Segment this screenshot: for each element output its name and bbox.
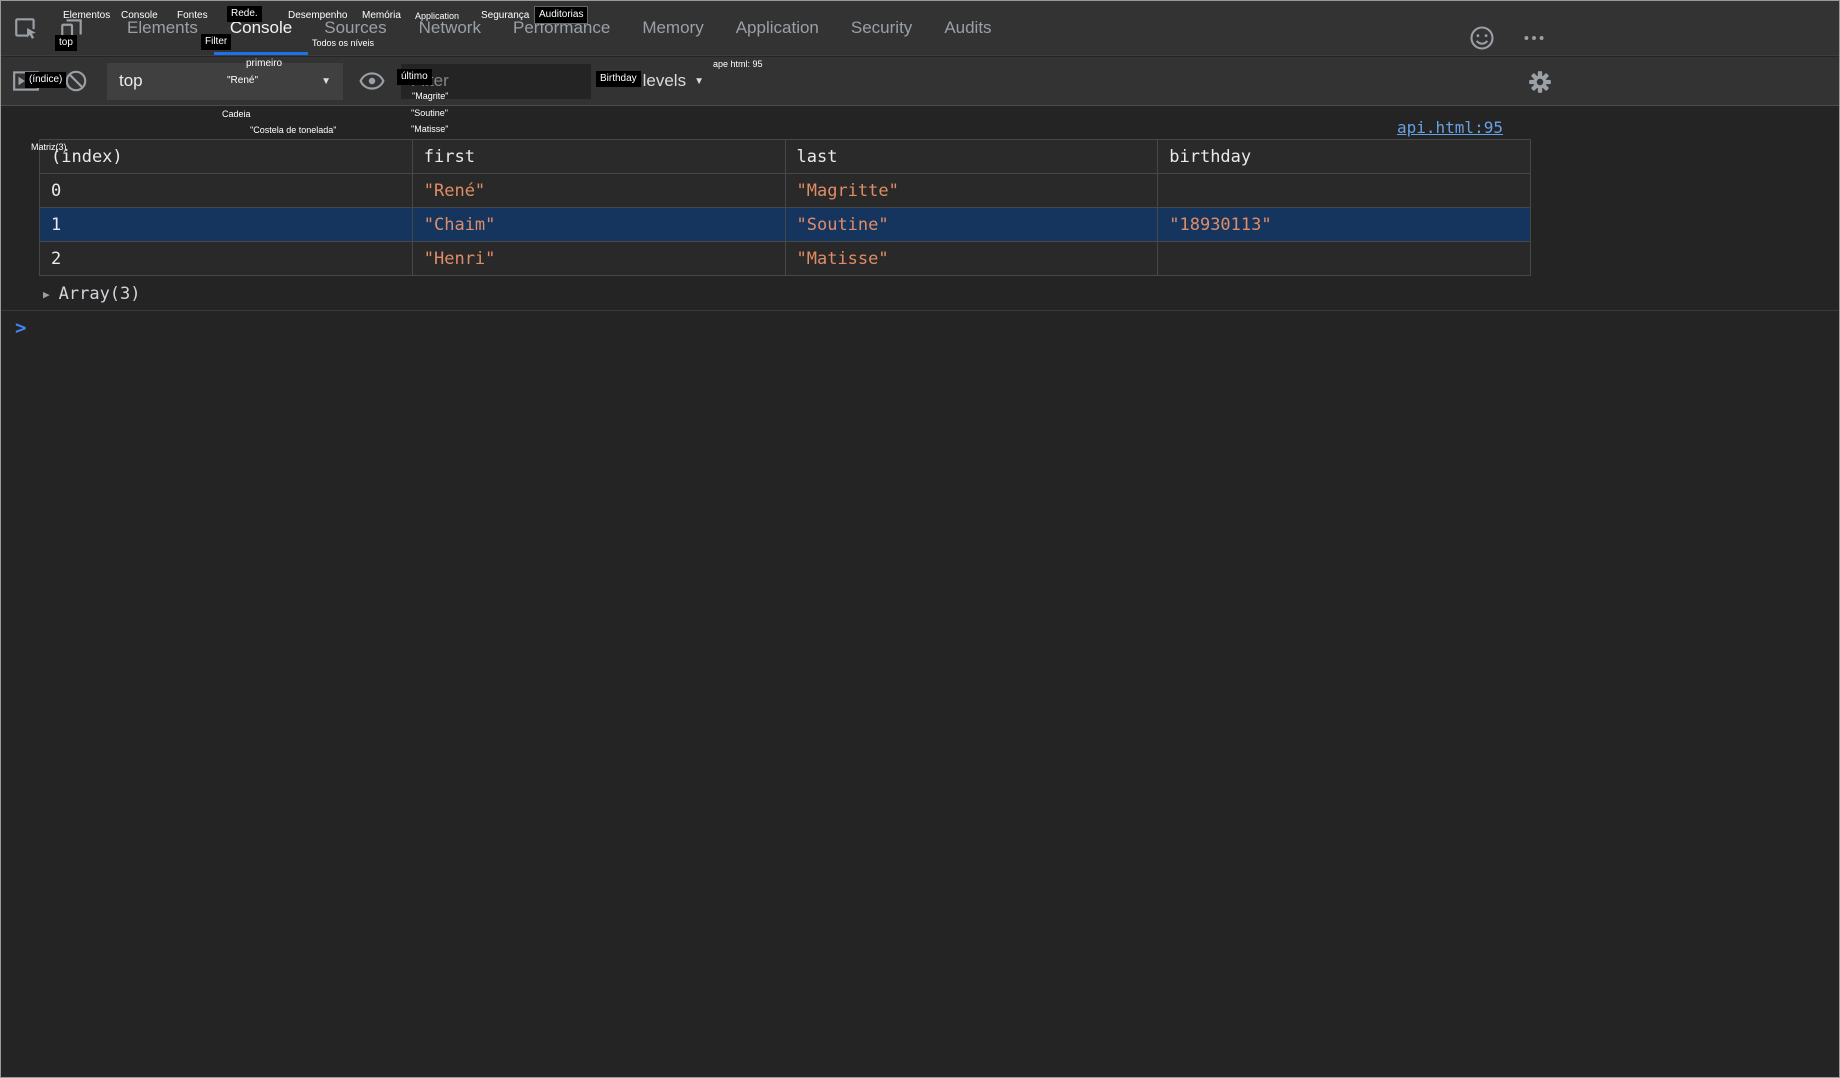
- translation-overlay-ultimo: último: [397, 69, 432, 85]
- tab-audits[interactable]: Audits: [928, 1, 1007, 55]
- translation-overlay-ape-html: ape html: 95: [713, 59, 763, 70]
- column-header-first[interactable]: first: [412, 140, 785, 174]
- translation-overlay-desempenho: Desempenho: [288, 10, 347, 22]
- cell-index: 2: [40, 242, 413, 276]
- array-summary-row[interactable]: ▶ Array(3): [43, 284, 141, 304]
- clear-console-icon: [63, 68, 89, 94]
- javascript-context-dropdown[interactable]: top ▼: [107, 63, 343, 100]
- table-row[interactable]: 0 "René" "Magritte": [40, 174, 1531, 208]
- translation-overlay-application: Application: [415, 11, 459, 22]
- eye-icon: [358, 68, 386, 94]
- translation-overlay-costela: "Costela de tonelada": [250, 125, 336, 136]
- chevron-down-icon: ▼: [694, 76, 704, 87]
- translation-overlay-seguranca: Segurança: [481, 10, 529, 22]
- translation-overlay-magrite: "Magrite": [412, 91, 448, 102]
- console-prompt[interactable]: >: [15, 317, 26, 339]
- translation-overlay-elementos: Elementos: [63, 10, 110, 22]
- prompt-chevron-icon: >: [15, 317, 26, 339]
- translation-overlay-filter: Filter: [201, 34, 231, 50]
- cell-last: "Matisse": [785, 242, 1158, 276]
- translation-overlay-indice: (índice): [25, 72, 66, 88]
- translation-overlay-fontes: Fontes: [177, 10, 208, 22]
- table-row-selected[interactable]: 1 "Chaim" "Soutine" "18930113": [40, 208, 1531, 242]
- javascript-context-value: top: [119, 71, 143, 91]
- cell-birthday: [1158, 174, 1531, 208]
- gear-icon: [1527, 69, 1553, 95]
- devtools-tabbar: Elements Console Sources Network Perform…: [1, 1, 1839, 56]
- translation-overlay-rede: Rede.: [227, 6, 262, 22]
- smiley-face-icon: [1468, 24, 1496, 52]
- cell-index: 0: [40, 174, 413, 208]
- devtools-window: Elements Console Sources Network Perform…: [0, 0, 1840, 1078]
- translation-overlay-console: Console: [121, 10, 158, 22]
- expand-arrow-icon[interactable]: ▶: [43, 288, 50, 301]
- cell-first: "René": [412, 174, 785, 208]
- source-location-link[interactable]: api.html:95: [1397, 118, 1503, 137]
- table-row[interactable]: 2 "Henri" "Matisse": [40, 242, 1531, 276]
- cell-index: 1: [40, 208, 413, 242]
- console-divider: [1, 310, 1839, 311]
- translation-overlay-todos-os-niveis: Todos os níveis: [312, 38, 374, 49]
- tab-memory[interactable]: Memory: [626, 1, 719, 55]
- translation-overlay-birthday: Birthday: [596, 71, 641, 87]
- translation-overlay-primeiro: primeiro: [246, 58, 282, 70]
- cell-birthday: "18930113": [1158, 208, 1531, 242]
- translation-overlay-matisse: "Matisse": [411, 124, 448, 135]
- column-header-last[interactable]: last: [785, 140, 1158, 174]
- cell-first: "Chaim": [412, 208, 785, 242]
- translation-overlay-matriz: Matriz(3): [31, 142, 67, 153]
- translation-overlay-memoria: Memória: [362, 10, 401, 22]
- cell-last: "Magritte": [785, 174, 1158, 208]
- column-header-index[interactable]: (index): [40, 140, 413, 174]
- console-messages-area[interactable]: api.html:95 (index) first last birthday …: [1, 106, 1839, 1077]
- inspect-cursor-icon: [13, 15, 39, 41]
- settings-button[interactable]: [1523, 64, 1557, 100]
- console-table: (index) first last birthday 0 "René" "Ma…: [39, 139, 1531, 276]
- tab-application[interactable]: Application: [720, 1, 835, 55]
- inspect-element-button[interactable]: [9, 1, 43, 55]
- chevron-down-icon: ▼: [321, 76, 331, 87]
- cell-first: "Henri": [412, 242, 785, 276]
- cell-birthday: [1158, 242, 1531, 276]
- array-summary-label: Array(3): [59, 284, 141, 304]
- translation-overlay-rene: "René": [227, 75, 258, 87]
- cell-last: "Soutine": [785, 208, 1158, 242]
- overflow-menu-icon: [1521, 25, 1547, 51]
- translation-overlay-cadeia: Cadeia: [222, 109, 251, 120]
- tab-security[interactable]: Security: [835, 1, 928, 55]
- table-header-row: (index) first last birthday: [40, 140, 1531, 174]
- translation-overlay-soutine: "Soutine": [411, 108, 448, 119]
- live-expression-button[interactable]: [355, 63, 389, 99]
- column-header-birthday[interactable]: birthday: [1158, 140, 1531, 174]
- translation-overlay-top: top: [55, 35, 77, 51]
- translation-overlay-auditorias: Auditorias: [534, 6, 588, 24]
